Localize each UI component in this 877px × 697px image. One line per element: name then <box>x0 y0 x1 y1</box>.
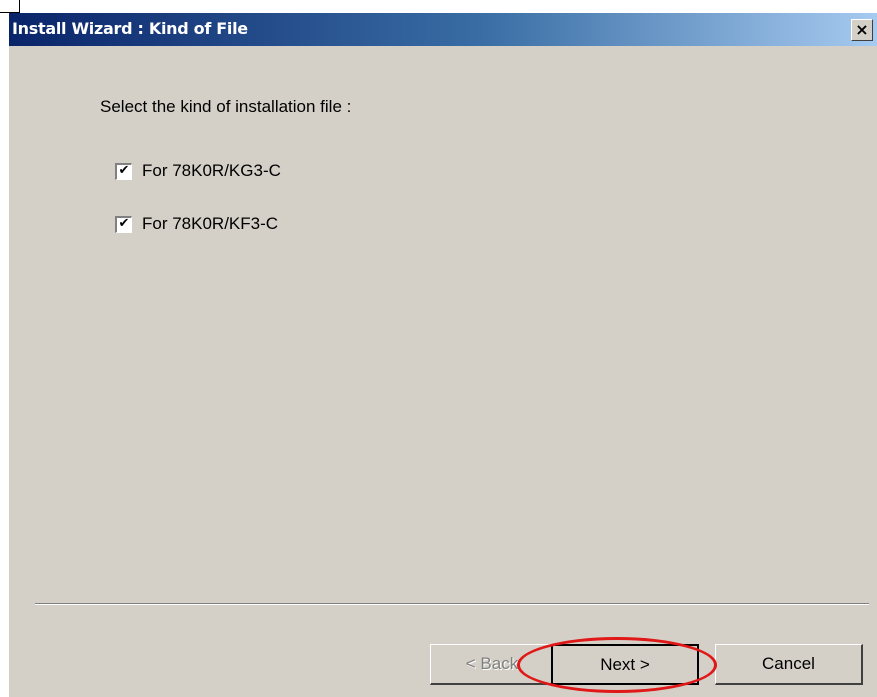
option-label-78k0r-kf3-c[interactable]: For 78K0R/KF3-C <box>142 214 278 234</box>
checkbox-78k0r-kf3-c[interactable]: ✔ <box>115 215 132 233</box>
close-button[interactable]: × <box>851 19 873 41</box>
instruction-text: Select the kind of installation file : <box>100 97 352 116</box>
close-icon: × <box>855 20 869 39</box>
title-bar[interactable]: Install Wizard : Kind of File × <box>9 13 877 46</box>
cancel-button[interactable]: Cancel <box>715 644 863 685</box>
install-wizard-dialog: Install Wizard : Kind of File × Select t… <box>8 13 877 697</box>
window-corner-fragment <box>0 0 20 13</box>
back-button[interactable]: < Back <box>430 644 555 685</box>
checkmark-icon: ✔ <box>118 216 130 231</box>
button-separator <box>35 603 869 605</box>
checkmark-icon: ✔ <box>118 163 130 178</box>
option-label-78k0r-kg3-c[interactable]: For 78K0R/KG3-C <box>142 161 281 181</box>
window-title: Install Wizard : Kind of File <box>12 19 248 38</box>
option-78k0r-kf3-c[interactable]: ✔ For 78K0R/KF3-C <box>115 214 278 234</box>
option-78k0r-kg3-c[interactable]: ✔ For 78K0R/KG3-C <box>115 161 281 181</box>
checkbox-78k0r-kg3-c[interactable]: ✔ <box>115 162 132 180</box>
next-button[interactable]: Next > <box>551 644 699 685</box>
